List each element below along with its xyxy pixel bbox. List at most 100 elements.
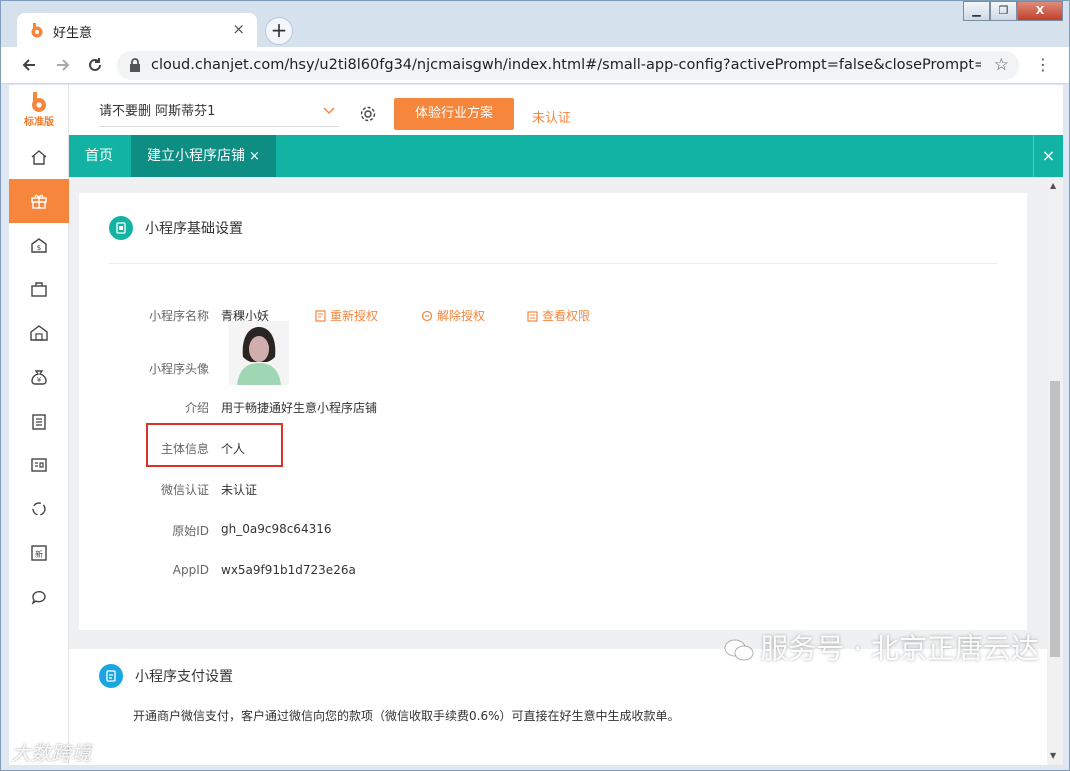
- tab-build-miniapp-store-label: 建立小程序店铺: [147, 148, 245, 164]
- watermark-main: 服务号 · 北京正唐云达: [724, 627, 1039, 667]
- tab-home-label: 首页: [85, 148, 113, 164]
- edition-label: 标准版: [24, 117, 54, 128]
- svg-text:新: 新: [35, 549, 43, 559]
- reload-icon[interactable]: [87, 57, 103, 73]
- content-area: 小程序基础设置 小程序名称 青稞小妖 重新授权 解除授权 查看权限 小程序头像: [69, 177, 1063, 765]
- permissions-icon: [527, 311, 538, 322]
- window-controls: ▁ ❐ X: [963, 1, 1063, 23]
- chat-icon: [31, 590, 46, 605]
- bag-icon: [31, 282, 47, 297]
- minimize-button[interactable]: ▁: [963, 1, 990, 21]
- view-permissions-button[interactable]: 查看权限: [527, 307, 590, 324]
- maximize-button[interactable]: ❐: [990, 1, 1017, 21]
- clipboard-icon: [32, 414, 46, 430]
- reauthorize-label: 重新授权: [330, 309, 379, 323]
- row-miniapp-avatar: 小程序头像: [79, 360, 1027, 380]
- original-id-label: 原始ID: [172, 524, 209, 538]
- company-select[interactable]: 请不要删 阿斯蒂芬1: [99, 97, 339, 127]
- tab-home[interactable]: 首页: [69, 135, 129, 177]
- watermark-main-text: 服务号 · 北京正唐云达: [760, 632, 1039, 665]
- sidebar-item-gift[interactable]: [9, 179, 69, 223]
- appid-label: AppID: [172, 563, 209, 577]
- row-intro: 介绍 用于畅捷通好生意小程序店铺: [79, 399, 1027, 419]
- app-tabs-bar: 首页 建立小程序店铺 × ×: [69, 135, 1063, 177]
- original-id-value: gh_0a9c98c64316: [221, 522, 332, 536]
- back-arrow-icon[interactable]: [21, 57, 37, 73]
- revoke-authorization-button[interactable]: 解除授权: [421, 307, 485, 324]
- browser-menu-icon[interactable]: ⋮: [1035, 55, 1051, 74]
- sidebar: 标准版 $ ¥ 新: [9, 85, 69, 765]
- revoke-icon: [421, 310, 433, 322]
- scroll-up-arrow-icon[interactable]: ▲: [1050, 181, 1056, 190]
- gear-icon[interactable]: [359, 105, 377, 123]
- app-logo[interactable]: 标准版: [9, 85, 69, 135]
- reauthorize-icon: [315, 310, 326, 322]
- browser-tab[interactable]: 好生意 ×: [17, 13, 257, 47]
- scroll-thumb[interactable]: [1050, 381, 1060, 657]
- close-window-button[interactable]: X: [1017, 1, 1063, 21]
- basic-settings-card: 小程序基础设置 小程序名称 青稞小妖 重新授权 解除授权 查看权限 小程序头像: [79, 193, 1027, 630]
- wechat-icon: [724, 639, 754, 661]
- app-header: 请不要删 阿斯蒂芬1 体验行业方案 未认证: [69, 85, 1063, 135]
- tab-build-miniapp-store[interactable]: 建立小程序店铺 ×: [131, 135, 276, 177]
- miniapp-avatar-image: [229, 321, 289, 385]
- app-logo-icon: [31, 23, 43, 38]
- row-wechat-auth: 微信认证 未认证: [79, 481, 1027, 501]
- payment-settings-header: 小程序支付设置: [99, 661, 233, 691]
- refresh-cycle-icon: [32, 502, 46, 516]
- highlight-box: [146, 423, 283, 467]
- money-bag-icon: ¥: [31, 370, 47, 385]
- sidebar-item-report[interactable]: [9, 443, 69, 487]
- scroll-down-arrow-icon[interactable]: ▼: [1050, 751, 1056, 760]
- verification-status[interactable]: 未认证: [532, 107, 571, 126]
- reauthorize-button[interactable]: 重新授权: [315, 307, 378, 324]
- tab-close-icon[interactable]: ×: [232, 20, 245, 38]
- new-tab-button[interactable]: +: [265, 17, 293, 45]
- miniapp-avatar-label: 小程序头像: [148, 362, 209, 376]
- company-name: 请不要删 阿斯蒂芬1: [99, 104, 216, 119]
- sidebar-item-home[interactable]: [9, 135, 69, 179]
- intro-value: 用于畅捷通好生意小程序店铺: [221, 401, 378, 415]
- sidebar-item-shop[interactable]: $: [9, 223, 69, 267]
- tab-close-icon[interactable]: ×: [249, 149, 260, 164]
- intro-label: 介绍: [184, 401, 209, 415]
- address-bar[interactable]: cloud.chanjet.com/hsy/u2ti8l60fg34/njcma…: [117, 51, 1019, 80]
- warehouse-icon: [30, 325, 48, 341]
- chevron-down-icon: [323, 107, 335, 115]
- sidebar-item-chat[interactable]: [9, 575, 69, 619]
- shop-icon: $: [31, 238, 47, 253]
- sidebar-item-bag[interactable]: [9, 267, 69, 311]
- appid-value: wx5a9f91b1d723e26a: [221, 563, 356, 577]
- basic-settings-header: 小程序基础设置: [109, 213, 243, 243]
- close-all-tabs-icon[interactable]: ×: [1033, 135, 1063, 177]
- view-permissions-label: 查看权限: [542, 309, 591, 323]
- app-logo-icon: [32, 92, 46, 112]
- sidebar-item-money[interactable]: ¥: [9, 355, 69, 399]
- row-original-id: 原始ID gh_0a9c98c64316: [79, 522, 1027, 542]
- tab-title: 好生意: [53, 26, 93, 41]
- wechat-auth-label: 微信认证: [160, 483, 209, 497]
- watermark-corner-text: 大数跨境: [11, 741, 91, 765]
- miniapp-settings-icon: [109, 216, 133, 240]
- forward-arrow-icon[interactable]: [55, 57, 71, 73]
- scrollbar[interactable]: ▲ ▼: [1047, 177, 1063, 765]
- payment-description: 开通商户微信支付，客户通过微信向您的款项（微信收取手续费0.6%）可直接在好生意…: [133, 709, 680, 723]
- revoke-authorization-label: 解除授权: [437, 309, 486, 323]
- new-icon: 新: [31, 545, 47, 561]
- gift-icon: [31, 194, 47, 209]
- svg-text:¥: ¥: [37, 376, 42, 384]
- sidebar-item-warehouse[interactable]: [9, 311, 69, 355]
- try-industry-solution-button[interactable]: 体验行业方案: [394, 98, 514, 130]
- browser-toolbar: cloud.chanjet.com/hsy/u2ti8l60fg34/njcma…: [1, 47, 1069, 84]
- row-miniapp-name: 小程序名称 青稞小妖 重新授权 解除授权 查看权限: [79, 307, 1027, 327]
- sidebar-item-cycle[interactable]: [9, 487, 69, 531]
- payment-settings-title: 小程序支付设置: [135, 669, 233, 685]
- bookmark-star-icon[interactable]: ☆: [994, 55, 1009, 75]
- watermark-corner: 大数跨境: [11, 737, 91, 766]
- lock-icon: [130, 58, 140, 72]
- sidebar-item-new[interactable]: 新: [9, 531, 69, 575]
- row-appid: AppID wx5a9f91b1d723e26a: [79, 563, 1027, 583]
- svg-text:$: $: [37, 244, 41, 252]
- url-text[interactable]: cloud.chanjet.com/hsy/u2ti8l60fg34/njcma…: [151, 57, 981, 73]
- sidebar-item-clipboard[interactable]: [9, 399, 69, 443]
